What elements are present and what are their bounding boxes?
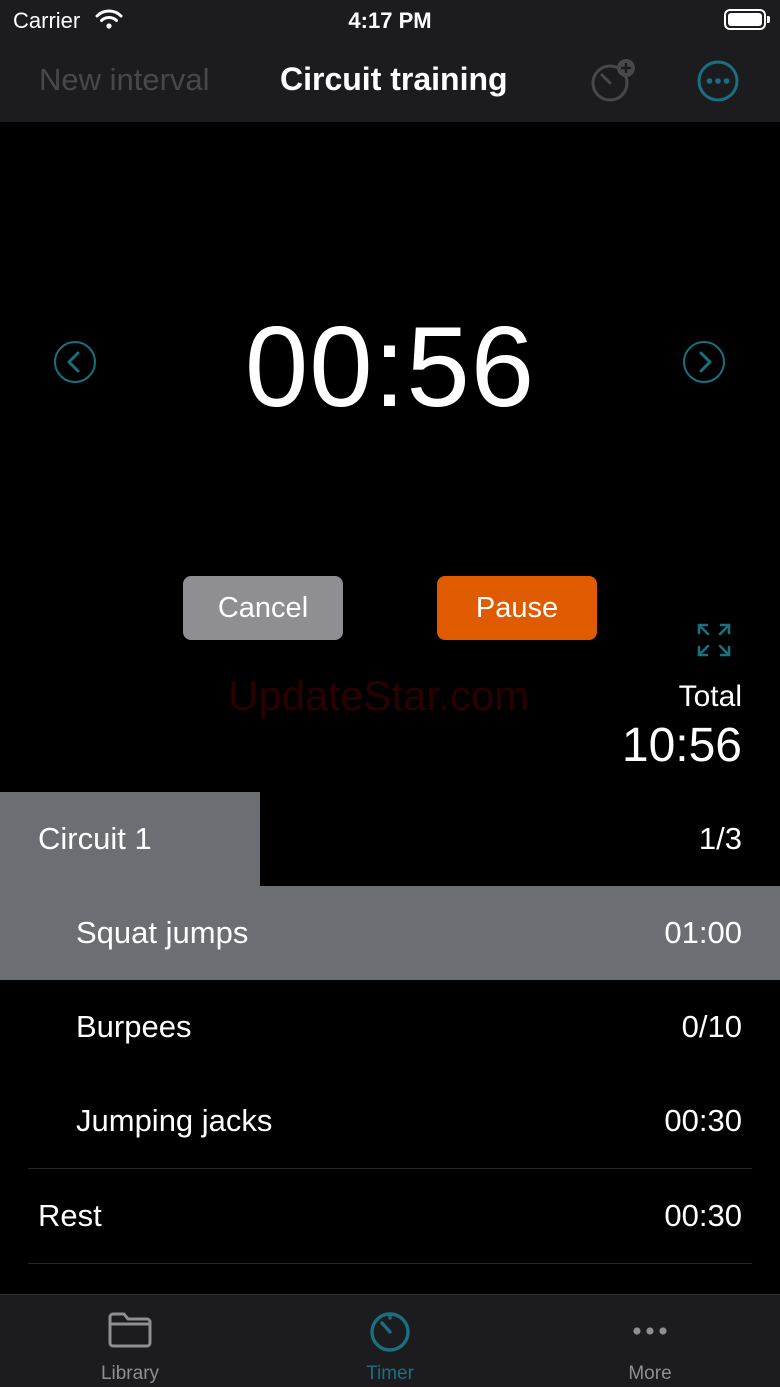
navigation-bar: New interval Circuit training <box>0 40 780 122</box>
new-interval-button[interactable]: New interval <box>39 62 210 98</box>
list-item[interactable]: Rest 00:30 <box>0 1169 780 1263</box>
timer-icon <box>260 1309 520 1353</box>
item-label: Squat jumps <box>76 915 249 950</box>
page-title: Circuit training <box>280 61 508 97</box>
status-bar: Carrier 4:17 PM <box>0 0 780 40</box>
more-options-icon[interactable] <box>696 59 740 108</box>
tab-label: More <box>628 1363 672 1384</box>
total-value: 10:56 <box>621 719 742 772</box>
item-label: Jumping jacks <box>76 1103 273 1138</box>
tab-label: Timer <box>366 1363 414 1384</box>
pause-button[interactable]: Pause <box>437 576 597 640</box>
watermark: UpdateStar.com <box>228 672 530 719</box>
tab-library[interactable]: Library <box>0 1295 260 1387</box>
item-value: 0/10 <box>681 1009 742 1044</box>
divider <box>28 1263 752 1264</box>
chevron-right-icon[interactable] <box>683 341 725 383</box>
total-label: Total <box>678 680 742 713</box>
group-label: Circuit 1 <box>38 821 152 856</box>
folder-icon <box>0 1309 260 1349</box>
group-value: 1/3 <box>698 821 742 856</box>
list-item[interactable]: Squat jumps 01:00 <box>0 886 780 980</box>
add-timer-icon[interactable] <box>588 56 640 111</box>
rest-value: 00:30 <box>664 1198 742 1233</box>
tab-timer[interactable]: Timer <box>260 1295 520 1387</box>
battery-icon <box>724 9 770 30</box>
list-item[interactable]: Burpees 0/10 <box>0 980 780 1074</box>
item-value: 00:30 <box>664 1103 742 1138</box>
interval-list: Circuit 1 1/3 Squat jumps 01:00 Burpees … <box>0 792 780 1264</box>
timer-panel: 00:56 Cancel Pause UpdateStar.com Total … <box>0 122 780 792</box>
list-item[interactable]: Circuit 1 1/3 <box>0 792 780 886</box>
item-label: Burpees <box>76 1009 192 1044</box>
countdown-display: 00:56 <box>244 304 536 431</box>
status-time: 4:17 PM <box>348 8 432 33</box>
ellipsis-icon <box>520 1309 780 1349</box>
item-value: 01:00 <box>664 915 742 950</box>
rest-label: Rest <box>38 1198 102 1233</box>
tab-more[interactable]: More <box>520 1295 780 1387</box>
fullscreen-expand-icon[interactable] <box>696 622 732 663</box>
list-item[interactable]: Jumping jacks 00:30 <box>0 1074 780 1168</box>
tab-label: Library <box>100 1363 160 1384</box>
cancel-button[interactable]: Cancel <box>183 576 343 640</box>
tab-bar: Library Timer More <box>0 1294 780 1387</box>
